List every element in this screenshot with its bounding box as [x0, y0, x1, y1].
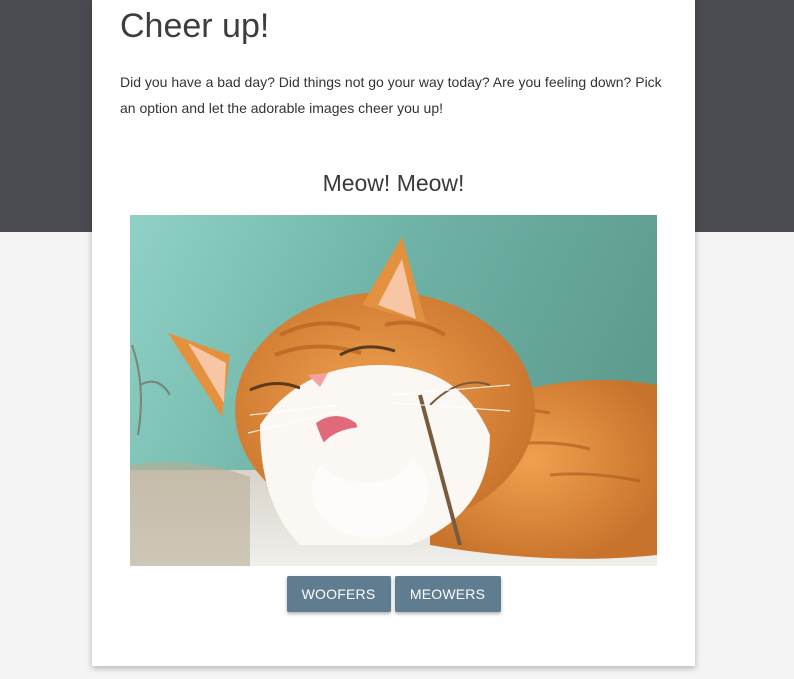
page-title: Cheer up!: [120, 7, 270, 45]
category-buttons: WOOFERS MEOWERS: [92, 576, 695, 612]
cat-photo: [130, 215, 657, 566]
meowers-button[interactable]: MEOWERS: [394, 576, 501, 612]
content-card: Cheer up! Did you have a bad day? Did th…: [92, 0, 695, 666]
gallery-heading: Meow! Meow!: [322, 170, 465, 196]
woofers-button[interactable]: WOOFERS: [286, 576, 391, 612]
intro-text: Did you have a bad day? Did things not g…: [120, 74, 662, 116]
